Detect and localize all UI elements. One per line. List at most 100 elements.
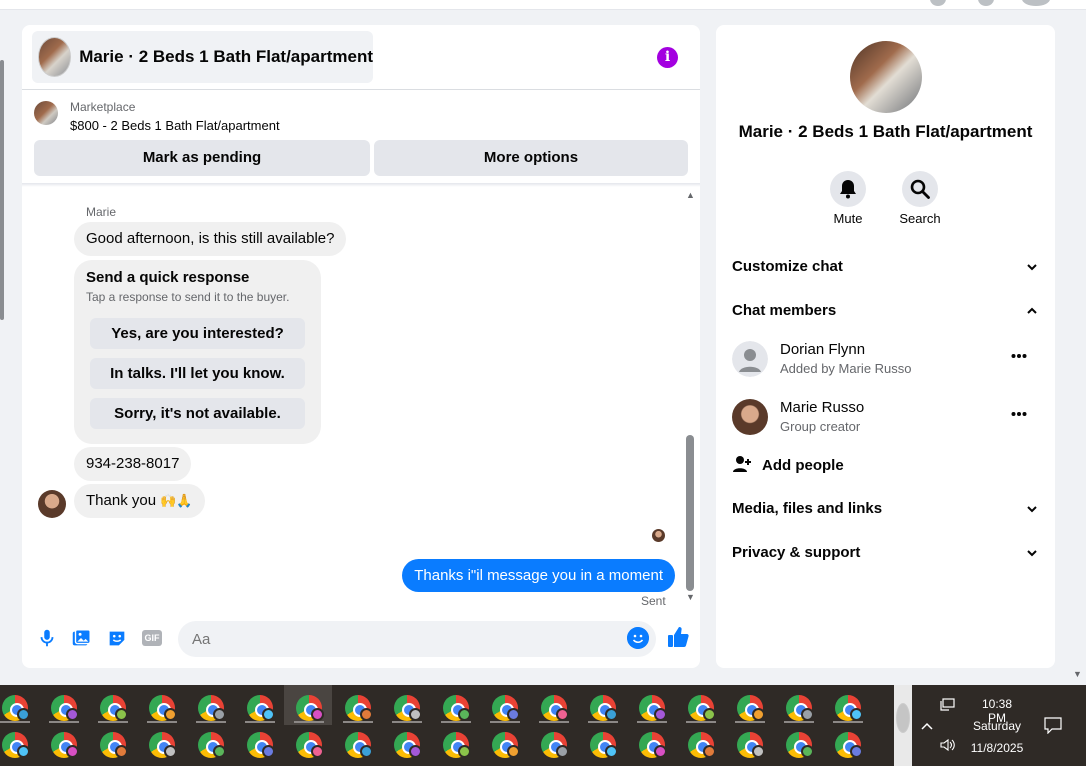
sticker-icon[interactable] bbox=[106, 627, 128, 649]
privacy-support-section[interactable]: Privacy & support bbox=[732, 544, 1039, 561]
profile-badge-icon bbox=[115, 745, 128, 758]
toolbar-icon[interactable] bbox=[930, 0, 946, 6]
profile-badge-icon bbox=[262, 708, 275, 721]
outgoing-message[interactable]: Thanks i"il message you in a moment bbox=[402, 559, 675, 592]
running-indicator bbox=[196, 721, 226, 723]
message-emoji: 🙌🙏 bbox=[160, 493, 193, 508]
running-indicator bbox=[637, 721, 667, 723]
chat-members-section[interactable]: Chat members bbox=[732, 302, 1039, 319]
profile-badge-icon bbox=[605, 708, 618, 721]
more-options-button[interactable]: More options bbox=[374, 140, 688, 176]
profile-icon[interactable] bbox=[1022, 0, 1050, 6]
mute-button[interactable] bbox=[830, 171, 866, 207]
member-row[interactable]: Dorian Flynn Added by Marie Russo bbox=[732, 339, 1039, 379]
profile-badge-icon bbox=[556, 708, 569, 721]
profile-badge-icon bbox=[654, 745, 667, 758]
header-shadow bbox=[22, 183, 700, 187]
profile-badge-icon bbox=[213, 708, 226, 721]
profile-badge-icon bbox=[66, 745, 79, 758]
taskbar: 10:38 PM Saturday 11/8/2025 bbox=[0, 685, 1086, 766]
chat-header[interactable]: Marie · 2 Beds 1 Bath Flat/apartment bbox=[32, 31, 373, 83]
member-role: Group creator bbox=[780, 419, 861, 434]
taskbar-scrollbar[interactable] bbox=[894, 685, 912, 766]
notification-icon[interactable] bbox=[1044, 717, 1062, 734]
page-scroll-down-icon[interactable]: ▼ bbox=[1073, 669, 1082, 679]
quick-response-option[interactable]: Yes, are you interested? bbox=[90, 318, 305, 349]
photo-icon[interactable] bbox=[70, 627, 92, 649]
sender-avatar[interactable] bbox=[38, 490, 66, 518]
profile-badge-icon bbox=[556, 745, 569, 758]
chat-avatar[interactable] bbox=[850, 41, 922, 113]
profile-badge-icon bbox=[752, 745, 765, 758]
add-people-label: Add people bbox=[762, 457, 844, 474]
member-row[interactable]: Marie Russo Group creator bbox=[732, 397, 1039, 437]
toolbar-icon[interactable] bbox=[978, 0, 994, 6]
left-scrollbar[interactable] bbox=[0, 60, 4, 320]
marketplace-label: Marketplace bbox=[70, 100, 136, 114]
quick-response-option[interactable]: In talks. I'll let you know. bbox=[90, 358, 305, 389]
message-scrollbar-thumb[interactable] bbox=[686, 435, 694, 591]
running-indicator bbox=[588, 721, 618, 723]
chat-panel: Marie · 2 Beds 1 Bath Flat/apartment i M… bbox=[22, 25, 700, 668]
profile-badge-icon bbox=[801, 708, 814, 721]
add-person-icon bbox=[733, 456, 751, 472]
running-indicator bbox=[784, 721, 814, 723]
scroll-up-arrow-icon[interactable]: ▲ bbox=[686, 190, 695, 200]
clock-day[interactable]: Saturday bbox=[967, 719, 1027, 733]
running-indicator bbox=[294, 721, 324, 723]
clock-date[interactable]: 11/8/2025 bbox=[964, 741, 1030, 755]
profile-badge-icon bbox=[850, 708, 863, 721]
chevron-down-icon bbox=[1027, 506, 1037, 513]
message-text: Thank you bbox=[86, 492, 157, 509]
customize-chat-section[interactable]: Customize chat bbox=[732, 258, 1039, 275]
chat-info-panel: Marie · 2 Beds 1 Bath Flat/apartment Mut… bbox=[716, 25, 1055, 668]
running-indicator bbox=[539, 721, 569, 723]
profile-badge-icon bbox=[507, 708, 520, 721]
listing-small-thumbnail bbox=[34, 101, 58, 125]
microphone-icon[interactable] bbox=[36, 627, 58, 649]
more-options-icon[interactable] bbox=[1011, 411, 1027, 417]
member-role: Added by Marie Russo bbox=[780, 361, 912, 376]
media-files-links-section[interactable]: Media, files and links bbox=[732, 500, 1039, 517]
thumbs-up-icon[interactable] bbox=[666, 625, 690, 649]
chevron-up-icon[interactable] bbox=[920, 721, 934, 731]
section-label: Privacy & support bbox=[732, 544, 861, 561]
search-icon bbox=[910, 179, 930, 199]
taskbar-scroll-thumb[interactable] bbox=[896, 703, 910, 733]
profile-badge-icon bbox=[360, 708, 373, 721]
more-options-icon[interactable] bbox=[1011, 353, 1027, 359]
profile-badge-icon bbox=[409, 745, 422, 758]
profile-badge-icon bbox=[213, 745, 226, 758]
profile-badge-icon bbox=[801, 745, 814, 758]
add-people-button[interactable]: Add people bbox=[732, 455, 844, 474]
profile-badge-icon bbox=[458, 708, 471, 721]
emoji-icon[interactable] bbox=[627, 627, 649, 649]
incoming-message[interactable]: 934-238-8017 bbox=[74, 447, 192, 481]
volume-icon[interactable] bbox=[940, 738, 956, 752]
profile-badge-icon bbox=[164, 745, 177, 758]
incoming-message[interactable]: Thank you 🙌🙏 bbox=[74, 484, 205, 518]
incoming-message[interactable]: Good afternoon, is this still available? bbox=[74, 222, 347, 256]
composer: GIF bbox=[22, 619, 700, 659]
scroll-down-arrow-icon[interactable]: ▼ bbox=[686, 592, 695, 602]
running-indicator bbox=[0, 721, 30, 723]
quick-response-option[interactable]: Sorry, it's not available. bbox=[90, 398, 305, 429]
listing-title[interactable]: $800 - 2 Beds 1 Bath Flat/apartment bbox=[70, 118, 280, 133]
default-avatar bbox=[732, 341, 768, 377]
quick-response-title: Send a quick response bbox=[86, 269, 250, 286]
info-icon[interactable]: i bbox=[657, 47, 678, 68]
message-input[interactable] bbox=[178, 621, 656, 657]
profile-badge-icon bbox=[409, 708, 422, 721]
gif-icon[interactable]: GIF bbox=[142, 630, 162, 646]
running-indicator bbox=[735, 721, 765, 723]
profile-badge-icon bbox=[458, 745, 471, 758]
member-avatar bbox=[732, 399, 768, 435]
running-indicator bbox=[49, 721, 79, 723]
search-button[interactable] bbox=[902, 171, 938, 207]
running-indicator bbox=[833, 721, 863, 723]
profile-badge-icon bbox=[66, 708, 79, 721]
mark-as-pending-button[interactable]: Mark as pending bbox=[34, 140, 370, 176]
message-list: Marie Good afternoon, is this still avai… bbox=[22, 190, 700, 610]
network-icon[interactable] bbox=[940, 697, 956, 711]
section-label: Media, files and links bbox=[732, 500, 883, 517]
